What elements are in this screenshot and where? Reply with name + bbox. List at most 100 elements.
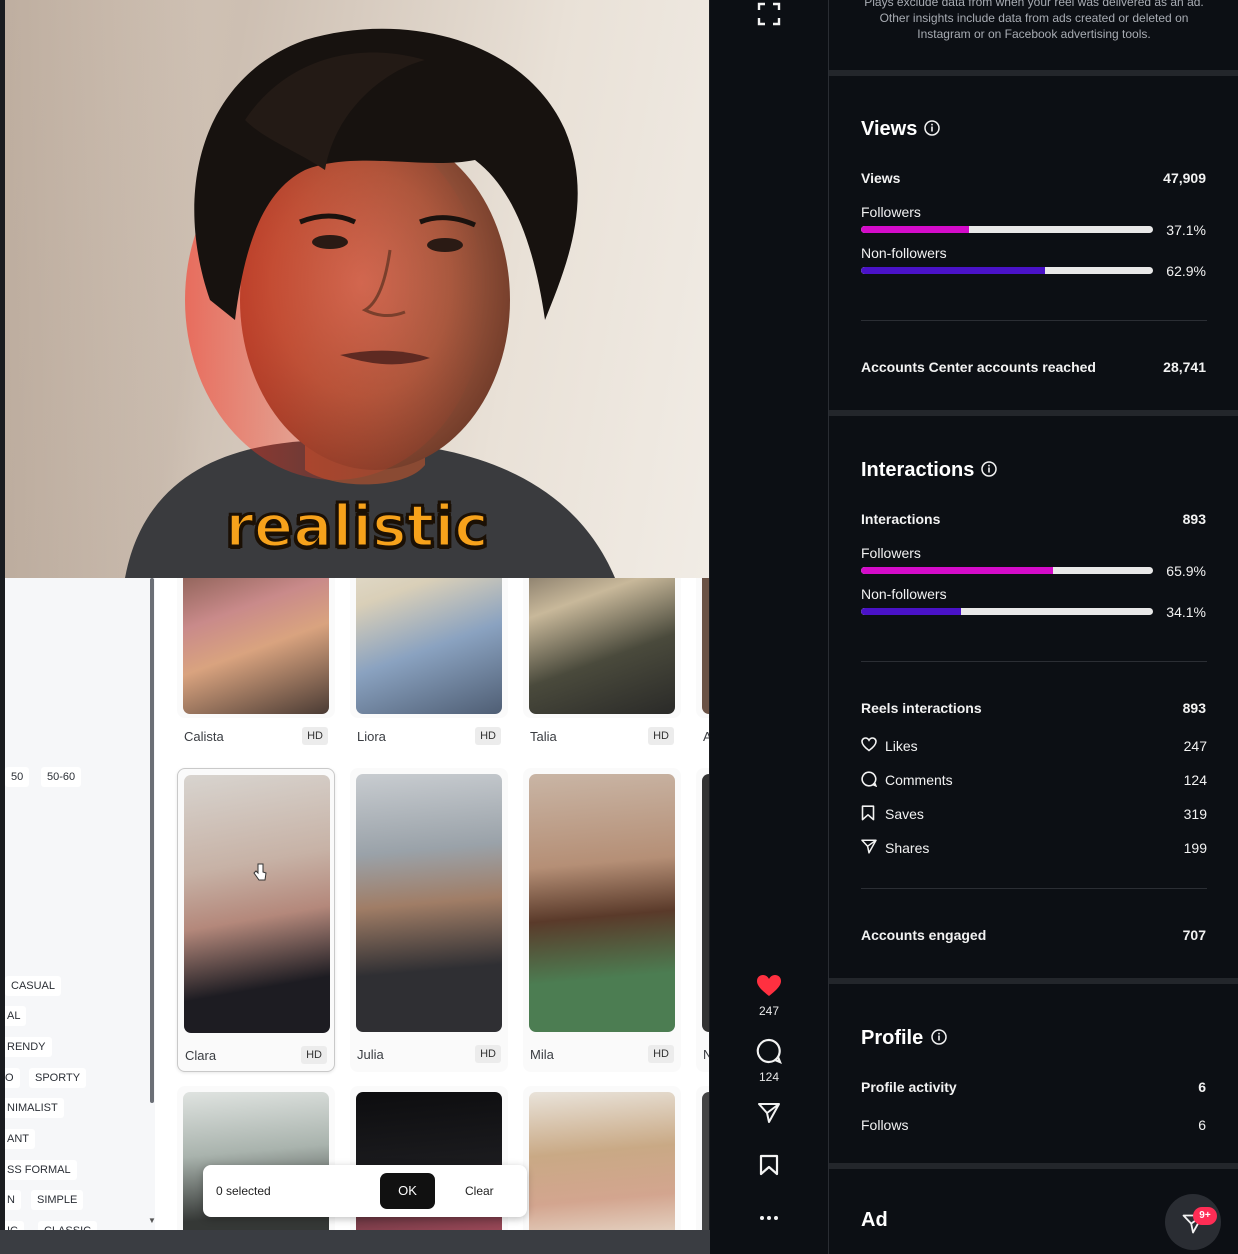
interactions-total-label: Interactions [861,511,941,527]
model-card[interactable] [523,1086,681,1230]
comment-button[interactable] [710,1038,828,1069]
more-button[interactable] [710,1208,828,1226]
reached-label: Accounts Center accounts reached [861,359,1096,375]
shares-label: Shares [885,840,930,856]
filter-chip[interactable]: SS FORMAL [5,1160,77,1180]
share-outline-icon [861,839,877,854]
model-card[interactable]: Julia HD [350,768,508,1072]
hd-badge: HD [648,727,674,745]
filter-chip[interactable]: SPORTY [29,1068,87,1088]
filter-chip[interactable]: ANT [5,1129,35,1149]
shares-value: 199 [1183,840,1207,856]
model-card-selected[interactable]: Clara HD [177,768,335,1072]
info-icon[interactable] [931,1029,947,1045]
interactions-nonfollowers-pct: 34.1% [1166,604,1206,620]
share-button[interactable] [710,1102,828,1129]
interactions-title: Interactions [861,459,975,481]
section-separator [829,70,1238,76]
like-count: 247 [758,1004,780,1018]
views-title: Views [861,118,918,140]
section-separator [829,978,1238,984]
profile-activity-label: Profile activity [861,1079,957,1095]
model-name: Julia [357,1047,384,1062]
scroll-down-arrow-icon[interactable]: ▼ [148,1216,156,1225]
model-name: Liora [357,729,386,744]
bar-fill [861,226,970,233]
filter-chip[interactable]: 50-60 [41,767,82,787]
filter-chip[interactable]: AL [5,1006,27,1026]
model-thumbnail [356,774,502,1032]
fullscreen-icon [757,2,781,26]
section-separator [829,1163,1238,1169]
model-thumbnail [702,774,709,1032]
reels-interactions-value: 893 [1182,700,1206,716]
model-card[interactable]: Mila HD [523,768,681,1072]
model-name: A [703,729,709,744]
interactions-total-value: 893 [1182,511,1206,527]
clear-button[interactable]: Clear [465,1184,494,1198]
bar-fill [861,567,1054,574]
insights-panel: Plays exclude data from when your reel w… [828,0,1238,1254]
like-button[interactable] [710,974,828,1003]
accounts-engaged-label: Accounts engaged [861,927,987,943]
model-thumbnail [183,578,329,714]
filter-chip[interactable]: N [5,1190,21,1210]
shares-row: Shares 199 [861,838,1207,858]
hd-badge: HD [475,1045,501,1063]
reel-video[interactable]: realistic 50 50-60 CASUAL AL RENDY O SPO… [0,0,710,1254]
model-card[interactable]: Talia HD [523,578,681,745]
filter-chip[interactable]: NIMALIST [5,1098,64,1118]
share-icon [758,1103,780,1123]
info-icon[interactable] [924,120,940,136]
interactions-nonfollowers-bar [861,608,1153,615]
views-followers-label: Followers [861,204,921,220]
filter-chip[interactable]: CLASSIC [38,1221,98,1230]
ok-button[interactable]: OK [380,1173,435,1209]
interactions-followers-bar [861,567,1153,574]
embedded-app-screen: 50 50-60 CASUAL AL RENDY O SPORTY NIMALI… [5,578,709,1230]
info-icon[interactable] [981,461,997,477]
hand-cursor-icon [253,863,267,881]
model-thumbnail [529,578,675,714]
model-thumbnail [184,775,330,1033]
model-thumbnail [529,1092,675,1230]
notification-badge: 9+ [1193,1207,1217,1225]
filter-chip[interactable]: RENDY [5,1037,52,1057]
filter-chip[interactable]: IC [5,1221,24,1230]
model-name: Calista [184,729,224,744]
filter-chip[interactable]: 50 [5,767,30,787]
comments-value: 124 [1183,772,1207,788]
hd-badge: HD [648,1045,674,1063]
action-rail: 247 124 [710,0,828,1254]
insights-note-line: Instagram or on Facebook advertising too… [917,27,1151,41]
views-nonfollowers-pct: 62.9% [1166,263,1206,279]
speaker-video-frame: realistic [5,0,709,578]
save-button[interactable] [710,1154,828,1181]
reached-value: 28,741 [1163,359,1206,375]
views-total-value: 47,909 [1163,170,1206,186]
filter-chip[interactable]: CASUAL [5,976,62,996]
follows-label: Follows [861,1117,909,1133]
model-card[interactable]: Calista HD [177,578,335,745]
insights-note-line: Plays exclude data from when your reel w… [864,0,1204,9]
comment-outline-icon [861,771,877,787]
hd-badge: HD [475,727,501,745]
model-name: N [703,1047,709,1062]
selected-count: 0 selected [216,1184,271,1198]
comment-icon [756,1038,782,1064]
model-card[interactable]: A [696,578,709,744]
video-caption: realistic [224,491,490,562]
filter-chip[interactable]: O [5,1068,20,1088]
model-card[interactable]: N [696,768,709,1072]
comments-row: Comments 124 [861,770,1207,790]
divider [861,320,1207,321]
model-card[interactable]: Liora HD [350,578,508,745]
saves-label: Saves [885,806,924,822]
filter-scrollbar[interactable] [150,578,154,1103]
fullscreen-button[interactable] [710,2,828,31]
model-card[interactable] [696,1086,709,1230]
hd-badge: HD [302,727,328,745]
ad-title: Ad [861,1209,888,1231]
likes-label: Likes [885,738,918,754]
filter-chip[interactable]: SIMPLE [31,1190,84,1210]
